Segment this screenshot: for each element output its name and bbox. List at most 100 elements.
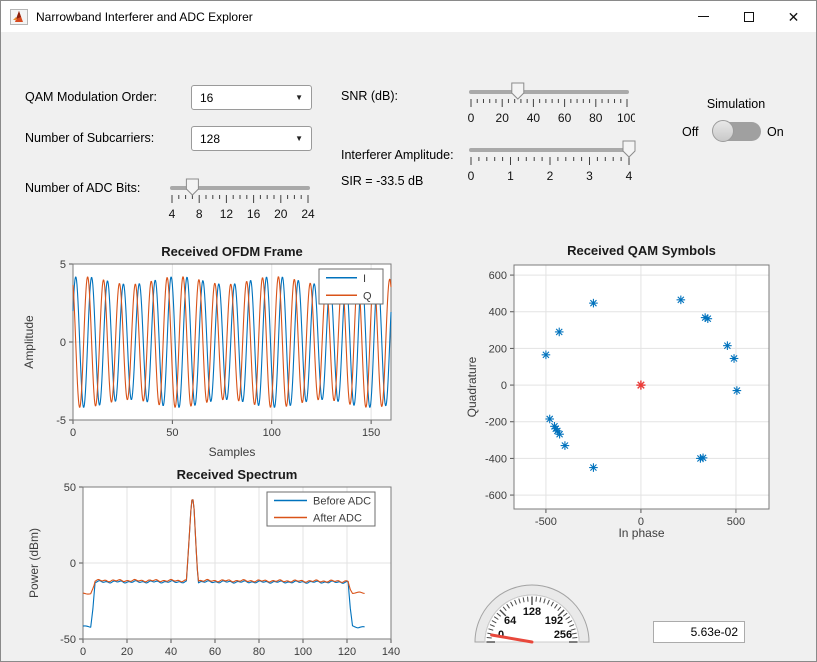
toggle-off-label: Off bbox=[682, 125, 699, 139]
scatter-marker bbox=[545, 414, 555, 424]
slider-thumb[interactable] bbox=[622, 140, 636, 158]
minimize-button[interactable] bbox=[681, 1, 726, 32]
slider-tick-label: 12 bbox=[220, 207, 234, 221]
slider-thumb[interactable] bbox=[511, 82, 525, 100]
window-title: Narrowband Interferer and ADC Explorer bbox=[36, 9, 253, 24]
interferer-amplitude-label: Interferer Amplitude: bbox=[341, 148, 454, 162]
x-tick-label: 140 bbox=[382, 646, 400, 658]
legend-label: After ADC bbox=[313, 513, 362, 525]
close-button[interactable]: ✕ bbox=[771, 1, 816, 32]
y-tick-label: 50 bbox=[64, 482, 76, 494]
maximize-button[interactable] bbox=[726, 1, 771, 32]
x-axis-label: In phase bbox=[618, 526, 664, 540]
subcarriers-label: Number of Subcarriers: bbox=[25, 131, 155, 145]
minimize-icon bbox=[698, 16, 709, 17]
slider-tick-label: 24 bbox=[301, 207, 315, 221]
slider-tick-label: 0 bbox=[468, 111, 475, 125]
ber-field[interactable] bbox=[653, 621, 745, 643]
scatter-marker bbox=[732, 386, 742, 395]
gauge-tick-label: 128 bbox=[523, 606, 541, 618]
slider-tick-label: 4 bbox=[169, 207, 176, 221]
interferer-amplitude-slider[interactable]: 0 1 2 3 4 bbox=[463, 137, 639, 185]
scatter-marker bbox=[676, 295, 686, 305]
bit-errors-gauge: 064128192256 bbox=[474, 584, 590, 644]
chevron-down-icon: ▼ bbox=[295, 134, 303, 143]
scatter-marker bbox=[698, 453, 708, 463]
slider-tick-label: 40 bbox=[527, 111, 541, 125]
x-tick-label: 500 bbox=[727, 516, 745, 528]
y-tick-label: 0 bbox=[60, 337, 66, 349]
scatter-marker bbox=[554, 327, 564, 337]
y-axis-label: Amplitude bbox=[22, 315, 36, 369]
x-tick-label: 150 bbox=[362, 427, 380, 439]
close-icon: ✕ bbox=[787, 8, 800, 25]
y-tick-label: -600 bbox=[485, 490, 507, 502]
legend-label: Q bbox=[363, 290, 372, 302]
x-tick-label: 0 bbox=[80, 646, 86, 658]
matlab-logo-icon bbox=[10, 8, 28, 25]
qam-order-dropdown[interactable]: 16 ▼ bbox=[191, 85, 312, 110]
scatter-marker bbox=[541, 350, 551, 360]
y-tick-label: -200 bbox=[485, 417, 507, 429]
scatter-marker bbox=[703, 314, 713, 324]
chart-title: Received Spectrum bbox=[177, 467, 298, 482]
x-tick-label: 120 bbox=[338, 646, 356, 658]
chart-title: Received OFDM Frame bbox=[161, 244, 303, 259]
x-tick-label: 100 bbox=[294, 646, 312, 658]
legend-label: I bbox=[363, 273, 366, 285]
title-bar: Narrowband Interferer and ADC Explorer ✕ bbox=[1, 1, 816, 32]
chevron-down-icon: ▼ bbox=[295, 93, 303, 102]
slider-tick-label: 8 bbox=[196, 207, 203, 221]
legend-label: Before ADC bbox=[313, 496, 371, 508]
qam-order-value: 16 bbox=[200, 90, 214, 105]
slider-tick-label: 80 bbox=[589, 111, 603, 125]
gauge-tick-label: 256 bbox=[554, 629, 572, 641]
slider-thumb[interactable] bbox=[185, 178, 199, 196]
y-tick-label: 0 bbox=[501, 380, 507, 392]
x-tick-label: 60 bbox=[209, 646, 221, 658]
y-tick-label: -50 bbox=[60, 634, 76, 646]
slider-tick-label: 20 bbox=[496, 111, 510, 125]
gauge-tick-label: 64 bbox=[504, 615, 517, 627]
maximize-icon bbox=[743, 11, 754, 22]
y-tick-label: 200 bbox=[489, 343, 507, 355]
slider-tick-label: 4 bbox=[626, 169, 633, 183]
y-tick-label: 5 bbox=[60, 259, 66, 271]
adc-bits-label: Number of ADC Bits: bbox=[25, 181, 141, 195]
subcarriers-dropdown[interactable]: 128 ▼ bbox=[191, 126, 312, 151]
slider-tick-label: 0 bbox=[468, 169, 475, 183]
app-window: Narrowband Interferer and ADC Explorer ✕… bbox=[0, 0, 817, 662]
toggle-on-label: On bbox=[767, 125, 784, 139]
slider-tick-label: 20 bbox=[274, 207, 288, 221]
slider-tick-label: 1 bbox=[507, 169, 514, 183]
slider-tick-label: 60 bbox=[558, 111, 572, 125]
scatter-marker bbox=[555, 429, 564, 439]
y-tick-label: -5 bbox=[56, 415, 66, 427]
qam-order-label: QAM Modulation Order: bbox=[25, 90, 157, 104]
adc-bits-slider[interactable]: 4 8 12 16 20 24 bbox=[164, 175, 316, 223]
x-tick-label: 50 bbox=[166, 427, 178, 439]
x-axis-label: Samples bbox=[209, 445, 256, 459]
scatter-marker bbox=[723, 341, 732, 350]
simulation-label: Simulation bbox=[706, 97, 766, 111]
legend-box bbox=[318, 268, 384, 305]
x-tick-label: 100 bbox=[263, 427, 281, 439]
x-tick-label: 0 bbox=[70, 427, 76, 439]
scatter-marker bbox=[729, 354, 739, 363]
y-tick-label: 400 bbox=[489, 307, 507, 319]
chart-title: Received QAM Symbols bbox=[567, 243, 716, 258]
y-tick-label: 0 bbox=[70, 558, 76, 570]
subcarriers-value: 128 bbox=[200, 131, 221, 146]
x-tick-label: 80 bbox=[253, 646, 265, 658]
slider-tick-label: 100 bbox=[617, 111, 635, 125]
slider-tick-label: 2 bbox=[547, 169, 554, 183]
y-axis-label: Power (dBm) bbox=[27, 528, 41, 598]
sir-value-label: SIR = -33.5 dB bbox=[341, 174, 424, 188]
spectrum-chart: 0 20 40 60 80 100 120 140 -50 0 50 Received Spectru… bbox=[27, 467, 400, 658]
simulation-toggle-knob[interactable] bbox=[712, 120, 734, 142]
snr-slider[interactable]: 0 20 40 60 80 100 bbox=[463, 79, 635, 127]
y-tick-label: 600 bbox=[489, 270, 507, 282]
scatter-marker bbox=[589, 298, 598, 308]
app-body: QAM Modulation Order: 16 ▼ Number of Sub… bbox=[1, 32, 816, 661]
x-tick-label: 20 bbox=[121, 646, 133, 658]
